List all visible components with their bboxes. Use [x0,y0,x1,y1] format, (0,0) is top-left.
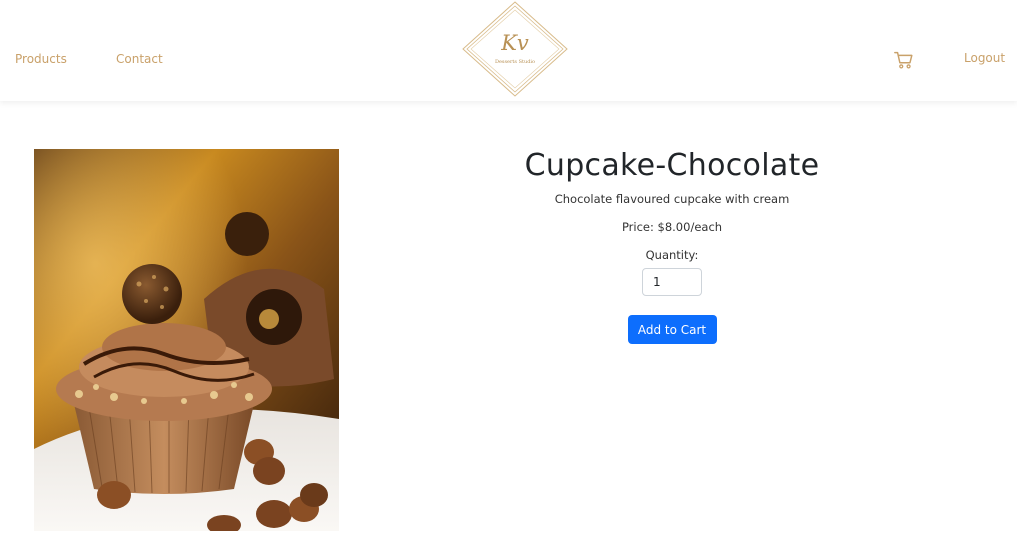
navbar: Products Contact Kv Desserts Studio Logo… [0,0,1017,101]
product-title: Cupcake-Chocolate [524,148,820,183]
cart-icon[interactable] [893,49,915,71]
add-to-cart-button[interactable]: Add to Cart [627,315,717,344]
quantity-label: Quantity: [645,248,699,262]
brand-logo[interactable]: Kv Desserts Studio [460,0,570,99]
logo-tagline: Desserts Studio [495,59,535,65]
quantity-input[interactable] [642,268,702,296]
product-image [34,149,339,531]
logout-link[interactable]: Logout [964,51,1005,65]
logo-monogram: Kv [500,31,529,55]
nav-contact-link[interactable]: Contact [116,52,163,66]
product-price: Price: $8.00/each [621,220,723,234]
product-details: Cupcake-Chocolate Chocolate flavoured cu… [422,145,922,344]
nav-products-link[interactable]: Products [15,52,67,66]
product-description: Chocolate flavoured cupcake with cream [554,192,790,206]
